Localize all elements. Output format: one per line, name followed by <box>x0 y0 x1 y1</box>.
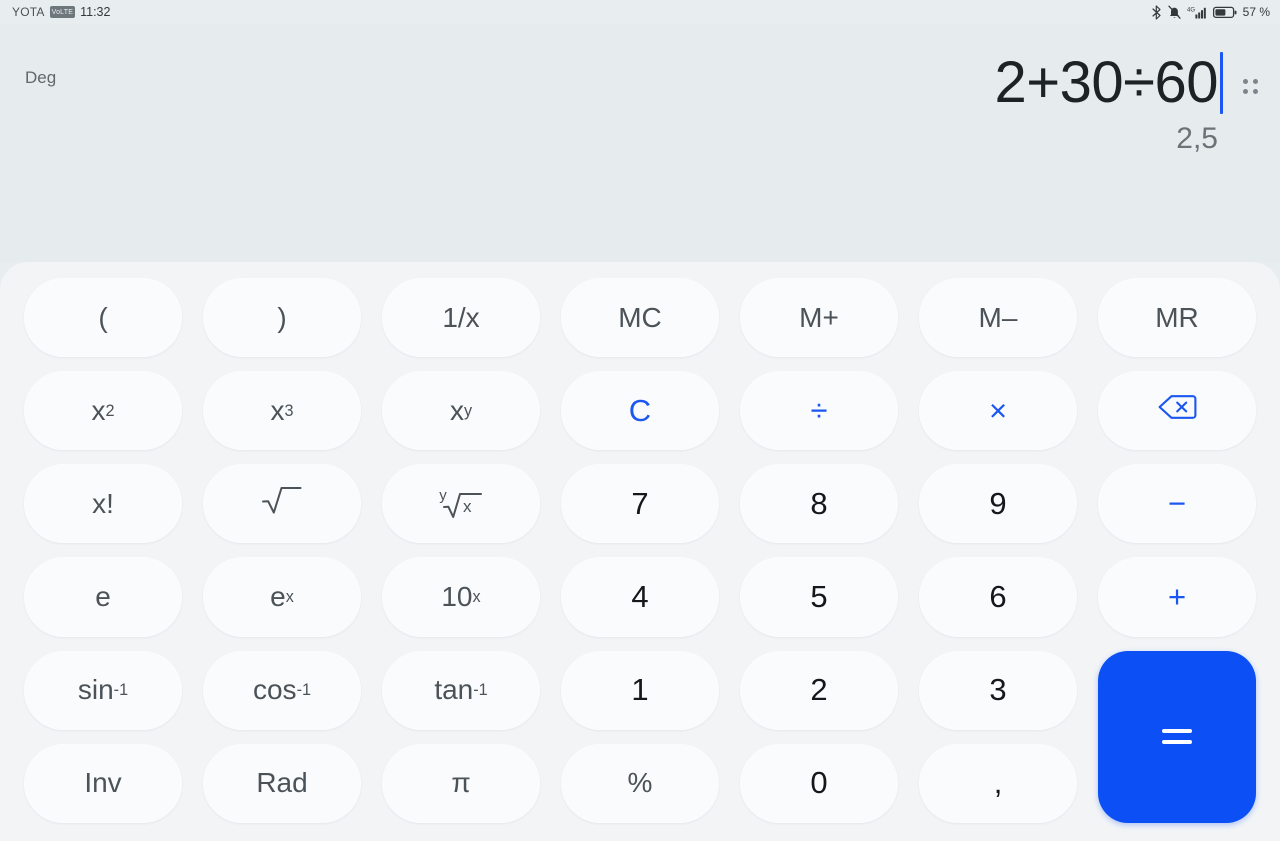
key-arccos[interactable]: cos -1 <box>203 650 361 730</box>
calculator-display[interactable]: Deg 2+30÷60 2,5 <box>0 24 1280 262</box>
key-multiply[interactable]: × <box>919 371 1077 451</box>
key-close-paren[interactable]: ) <box>203 278 361 358</box>
key-memory-add[interactable]: M+ <box>740 278 898 358</box>
backspace-icon <box>1157 393 1197 429</box>
key-3[interactable]: 3 <box>919 650 1077 730</box>
key-ten-power[interactable]: 10 x <box>382 557 540 637</box>
text-cursor <box>1220 52 1223 114</box>
key-backspace[interactable] <box>1098 371 1256 451</box>
key-7[interactable]: 7 <box>561 464 719 544</box>
key-arctan[interactable]: tan -1 <box>382 650 540 730</box>
key-square-root[interactable] <box>203 464 361 544</box>
key-9[interactable]: 9 <box>919 464 1077 544</box>
expression-area: 2+30÷60 2,5 <box>995 52 1258 155</box>
key-square[interactable]: x2 <box>24 371 182 451</box>
key-memory-subtract[interactable]: M– <box>919 278 1077 358</box>
svg-text:4G: 4G <box>1187 7 1195 13</box>
key-equals[interactable] <box>1098 650 1256 823</box>
angle-mode-label: Deg <box>25 68 57 87</box>
key-5[interactable]: 5 <box>740 557 898 637</box>
square-root-glyph <box>261 485 303 522</box>
volte-badge-icon: VoLTE <box>49 6 76 18</box>
calculator-app: YOTA VoLTE 11:32 4G 57 % Deg 2+30÷60 2,5… <box>0 0 1280 841</box>
key-6[interactable]: 6 <box>919 557 1077 637</box>
key-decimal-comma[interactable]: , <box>919 743 1077 823</box>
key-power[interactable]: xy <box>382 371 540 451</box>
key-2[interactable]: 2 <box>740 650 898 730</box>
key-add[interactable]: + <box>1098 557 1256 637</box>
key-open-paren[interactable]: ( <box>24 278 182 358</box>
signal-4g-icon: 4G <box>1187 5 1207 20</box>
status-bar-right: 4G 57 % <box>1151 4 1270 20</box>
battery-icon <box>1212 6 1237 19</box>
expression-line: 2+30÷60 <box>995 52 1258 114</box>
key-exp[interactable]: ex <box>203 557 361 637</box>
key-cube[interactable]: x3 <box>203 371 361 451</box>
svg-text:x: x <box>463 497 472 516</box>
result-text: 2,5 <box>1176 122 1218 155</box>
battery-percent-label: 57 % <box>1242 5 1270 19</box>
carrier-label: YOTA <box>12 5 45 19</box>
key-euler[interactable]: e <box>24 557 182 637</box>
key-pi[interactable]: π <box>382 743 540 823</box>
status-bar: YOTA VoLTE 11:32 4G 57 % <box>0 0 1280 24</box>
key-nth-root[interactable]: yx <box>382 464 540 544</box>
key-memory-recall[interactable]: MR <box>1098 278 1256 358</box>
key-inverse[interactable]: Inv <box>24 743 182 823</box>
keypad: () 1/x MC M+ M– MR x 2 x 3 x y C ÷ × x! y x 7 8 9− e e x 10 x 4 5 6 +… <box>0 262 1280 841</box>
key-reciprocal[interactable]: 1/x <box>382 278 540 358</box>
status-bar-left: YOTA VoLTE 11:32 <box>12 5 110 19</box>
key-factorial[interactable]: x! <box>24 464 182 544</box>
status-clock: 11:32 <box>80 5 111 19</box>
equals-glyph <box>1162 729 1192 745</box>
key-subtract[interactable]: − <box>1098 464 1256 544</box>
nth-root-glyph: yx <box>439 487 483 519</box>
key-clear[interactable]: C <box>561 371 719 451</box>
key-radian[interactable]: Rad <box>203 743 361 823</box>
key-4[interactable]: 4 <box>561 557 719 637</box>
key-8[interactable]: 8 <box>740 464 898 544</box>
key-arcsin[interactable]: sin -1 <box>24 650 182 730</box>
ringer-muted-icon <box>1167 5 1181 20</box>
expression-text[interactable]: 2+30÷60 <box>995 54 1219 112</box>
key-1[interactable]: 1 <box>561 650 719 730</box>
key-memory-clear[interactable]: MC <box>561 278 719 358</box>
key-percent[interactable]: % <box>561 743 719 823</box>
key-0[interactable]: 0 <box>740 743 898 823</box>
drag-handle-icon[interactable] <box>1243 78 1258 94</box>
key-divide[interactable]: ÷ <box>740 371 898 451</box>
bluetooth-icon <box>1151 4 1162 20</box>
